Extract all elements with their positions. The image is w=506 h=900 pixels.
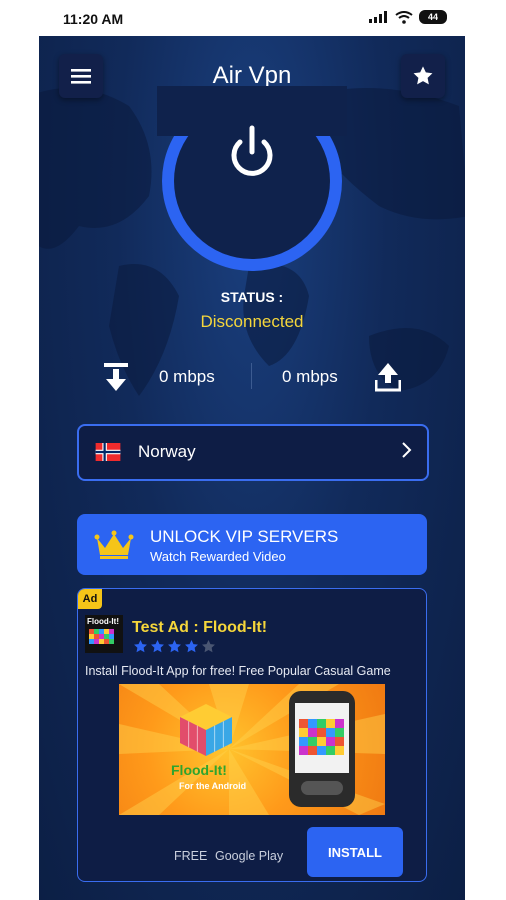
app-screen: Air Vpn STATUS : Disconnected 0 mbps 0 m… <box>39 36 465 900</box>
ad-store: Google Play <box>215 849 284 863</box>
ad-badge: Ad <box>78 589 102 609</box>
vip-title: UNLOCK VIP SERVERS <box>150 527 339 546</box>
download-speed: 0 mbps <box>159 367 215 386</box>
signal-icon <box>369 11 387 23</box>
phone-device-icon <box>289 691 355 807</box>
star-filled-icon <box>134 639 147 653</box>
star-filled-icon <box>185 639 198 653</box>
vip-subtitle: Watch Rewarded Video <box>150 549 286 564</box>
ad-title: Test Ad : Flood-It! <box>132 619 268 636</box>
connect-power-button[interactable] <box>157 86 347 276</box>
phone-screen: 11:20 AM 44 Air Vpn STATUS: Disconnecte… <box>39 0 465 900</box>
ad-card[interactable]: Ad Flood-It! Test Ad : Flood-It! Install… <box>77 588 427 882</box>
speed-divider <box>251 363 252 389</box>
ad-rating <box>133 639 216 654</box>
status-time: 11:20 AM <box>63 11 124 27</box>
color-cube-icon <box>180 704 232 756</box>
favorites-button[interactable] <box>401 54 445 98</box>
ad-image-brand: Flood-It! <box>171 762 227 778</box>
ad-image-subtitle: For the Android <box>179 781 247 791</box>
crown-icon <box>94 530 134 559</box>
ad-app-logo: Flood-It! <box>85 615 123 653</box>
download-icon <box>104 363 128 391</box>
norway-flag-icon <box>95 443 121 461</box>
status-label: STATUS : <box>220 289 284 305</box>
battery-icon: 44 <box>419 10 447 24</box>
server-selector[interactable]: Norway <box>77 424 429 481</box>
status-bar: 11:20 AM 44 <box>39 0 465 36</box>
star-filled-icon <box>151 639 164 653</box>
server-country: Norway <box>138 442 196 461</box>
upload-speed: 0 mbps <box>282 367 338 386</box>
star-filled-icon <box>168 639 181 653</box>
speed-row: 0 mbps 0 mbps <box>39 358 465 398</box>
ad-logo-text: Flood-It! <box>87 617 119 626</box>
ad-price: FREE <box>174 849 208 863</box>
star-empty-icon <box>202 639 215 653</box>
upload-icon <box>375 363 401 392</box>
status-icons: 44 <box>369 10 447 24</box>
ad-banner-image[interactable]: Flood-It! For the Android <box>119 684 385 815</box>
chevron-right-icon <box>402 442 412 458</box>
flood-it-grid-icon <box>89 629 114 644</box>
status-value: Disconnected <box>200 312 304 331</box>
unlock-vip-button[interactable]: UNLOCK VIP SERVERS Watch Rewarded Video <box>77 514 427 575</box>
power-icon <box>231 125 273 176</box>
ad-description: Install Flood-It App for free! Free Popu… <box>85 664 391 678</box>
wifi-icon <box>395 10 413 24</box>
install-button[interactable]: INSTALL <box>307 827 403 877</box>
star-icon <box>413 66 433 85</box>
